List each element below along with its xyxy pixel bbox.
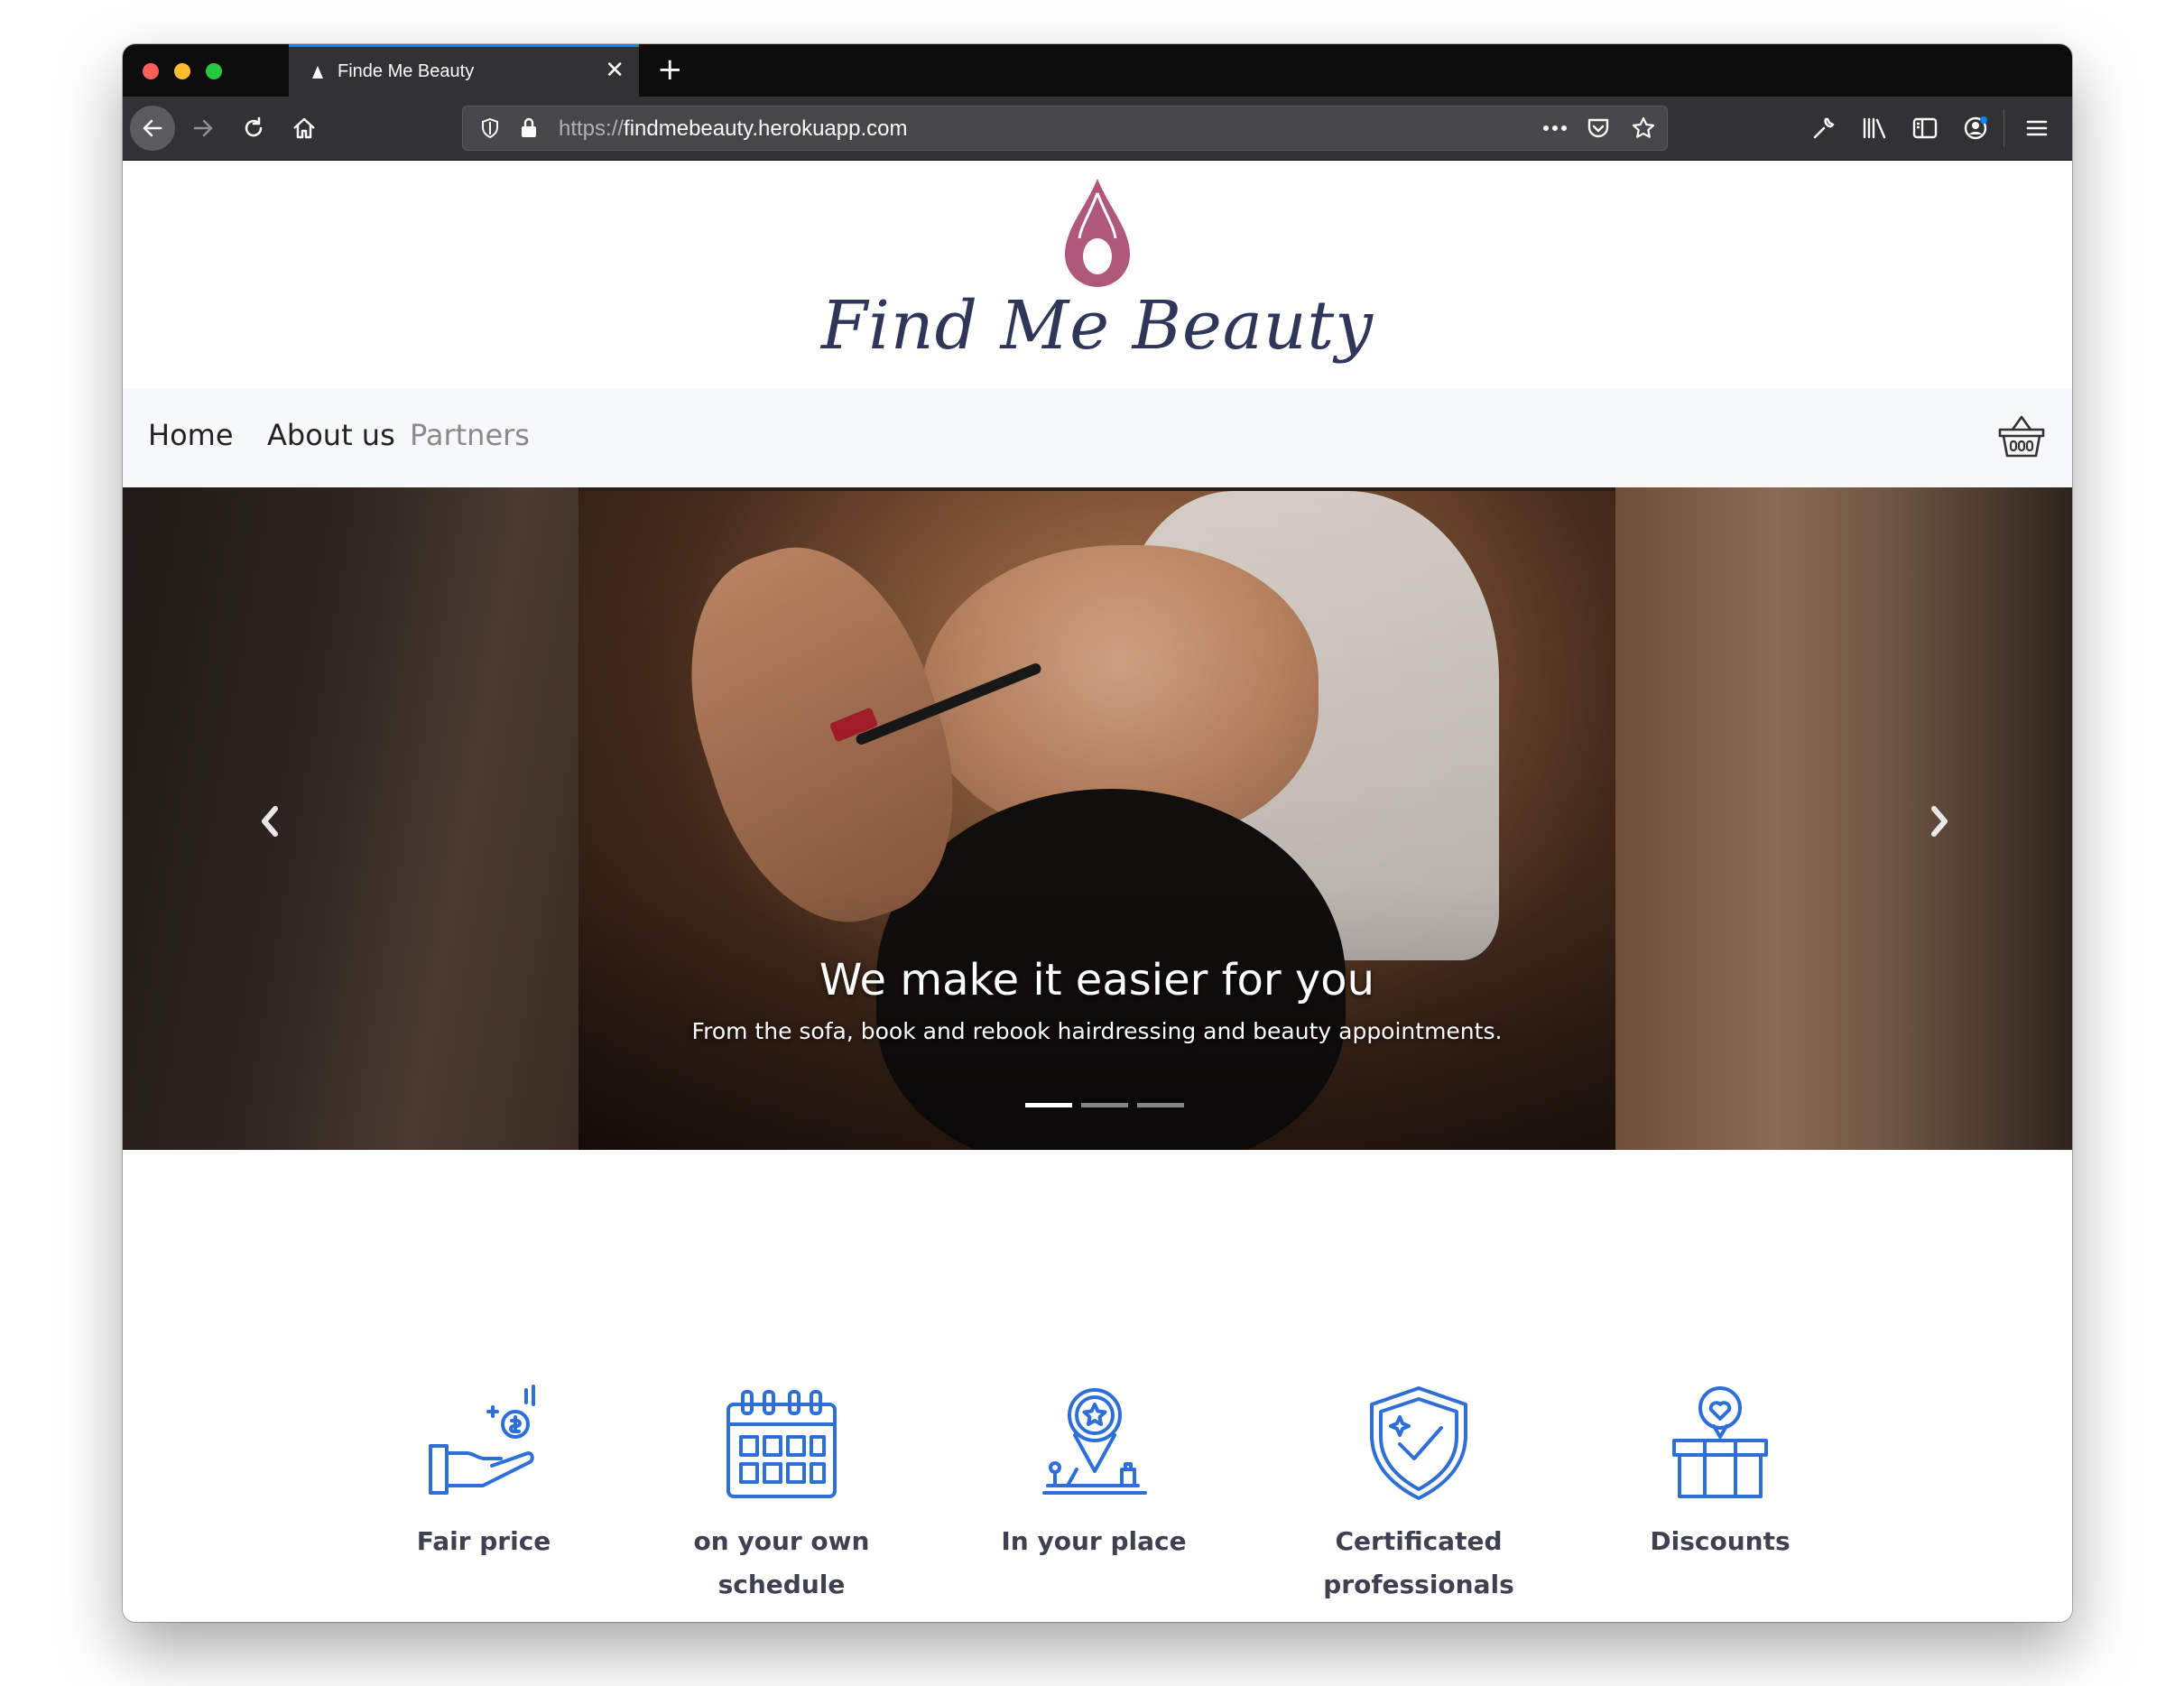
lock-icon[interactable] [514, 107, 544, 150]
account-button[interactable] [1953, 106, 1998, 151]
nav-home[interactable]: Home [148, 418, 234, 452]
new-tab-button[interactable]: + [657, 51, 683, 88]
forward-button[interactable] [180, 106, 226, 151]
minimize-window-button[interactable] [174, 63, 190, 79]
browser-tab[interactable]: Finde Me Beauty ✕ [289, 44, 639, 97]
location-pin-icon [1042, 1388, 1147, 1495]
carousel-next-button[interactable] [1922, 794, 1958, 848]
feature-label: Discounts [1650, 1526, 1791, 1556]
wrench-button[interactable] [1801, 106, 1846, 151]
site-title[interactable]: Find Me Beauty [123, 287, 2072, 365]
chevron-left-icon [262, 806, 278, 837]
carousel-slide-image [578, 491, 1615, 1150]
favicon-icon [312, 66, 323, 79]
carousel-side-image-left [123, 487, 578, 1150]
home-icon [293, 117, 315, 139]
wrench-icon [1813, 117, 1835, 139]
carousel-prev-button[interactable] [251, 794, 287, 848]
shield-check-icon [1370, 1386, 1467, 1500]
carousel-caption-subtitle: From the sofa, book and rebook hairdress… [691, 1018, 1503, 1044]
carousel-side-image-right [1615, 487, 2072, 1150]
tab-close-icon[interactable]: ✕ [605, 58, 625, 83]
carousel-indicator[interactable] [1081, 1103, 1128, 1107]
calendar-icon [726, 1390, 837, 1498]
tab-title: Finde Me Beauty [338, 61, 475, 81]
forward-arrow-icon [193, 119, 213, 137]
chevron-right-icon [1931, 806, 1948, 837]
back-button[interactable] [130, 106, 175, 151]
sidebar-icon [1912, 117, 1938, 139]
url-text: https://findmebeauty.herokuapp.com [559, 116, 907, 142]
hand-coin-icon [429, 1385, 535, 1495]
hero-carousel[interactable]: We make it easier for you From the sofa,… [123, 487, 2072, 1150]
back-arrow-icon [143, 119, 162, 137]
feature-label: on your own schedule [693, 1526, 870, 1599]
nav-about-us[interactable]: About us [267, 418, 395, 452]
nav-partners[interactable]: Partners [410, 418, 530, 452]
home-button[interactable] [282, 106, 327, 151]
sidebar-button[interactable] [1902, 106, 1948, 151]
star-icon[interactable] [1627, 107, 1660, 150]
web-page: Find Me Beauty Home About us Partners We… [123, 161, 2072, 1622]
library-icon [1863, 117, 1886, 139]
shield-icon[interactable] [472, 107, 508, 150]
account-icon [1964, 116, 1987, 140]
close-window-button[interactable] [143, 63, 159, 79]
pocket-icon[interactable] [1582, 107, 1615, 150]
more-icon[interactable] [1539, 107, 1571, 150]
carousel-indicators [1025, 1103, 1184, 1108]
zoom-window-button[interactable] [206, 63, 222, 79]
feature-label: Fair price [416, 1526, 551, 1556]
feature-label: In your place [1001, 1526, 1187, 1556]
basket-icon[interactable] [1996, 412, 2047, 462]
features-section: Fair price on your own schedule In your … [123, 1150, 2072, 1622]
main-navigation: Home About us Partners [123, 388, 2072, 487]
tab-strip: Finde Me Beauty ✕ + [123, 44, 2072, 97]
carousel-indicator[interactable] [1025, 1103, 1072, 1107]
carousel-caption-title: We make it easier for you [819, 955, 1375, 1005]
url-scheme: https:// [559, 116, 625, 141]
address-bar[interactable]: https://findmebeauty.herokuapp.com [462, 106, 1668, 151]
reload-icon [245, 116, 263, 137]
browser-toolbar: https://findmebeauty.herokuapp.com [123, 97, 2072, 161]
carousel-indicator[interactable] [1137, 1103, 1184, 1107]
reload-button[interactable] [231, 106, 276, 151]
feature-label: Certificated professionals [1323, 1526, 1514, 1599]
url-host: findmebeauty.herokuapp.com [624, 116, 908, 141]
gift-icon [1672, 1386, 1768, 1498]
menu-button[interactable] [2014, 106, 2059, 151]
library-button[interactable] [1852, 106, 1897, 151]
menu-icon [2026, 120, 2048, 136]
droplet-logo-icon [1065, 179, 1130, 287]
browser-window: Finde Me Beauty ✕ + https://findmebeauty… [123, 44, 2072, 1622]
